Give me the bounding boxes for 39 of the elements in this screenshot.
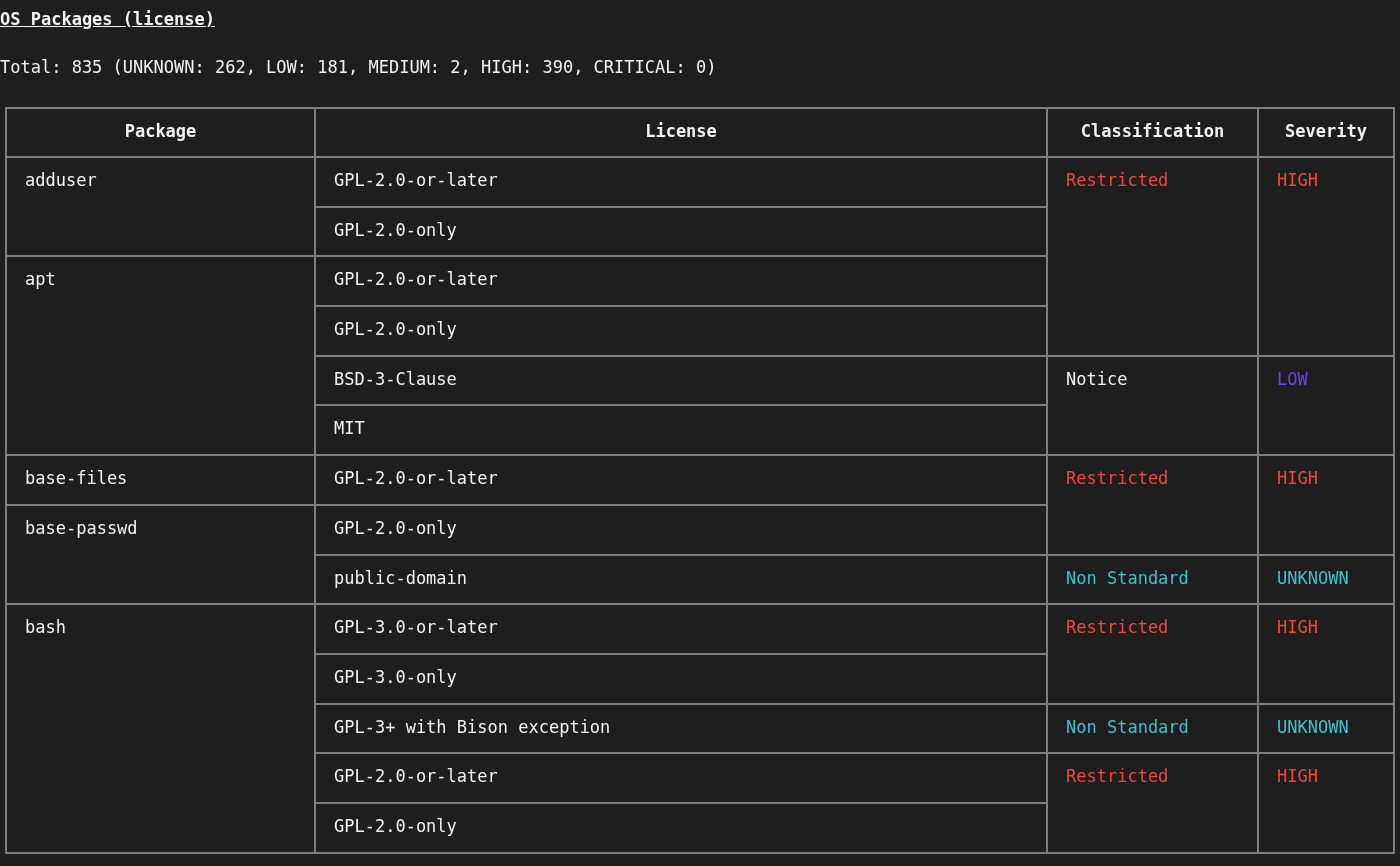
table-cell: Restricted	[1048, 605, 1259, 705]
table-cell: GPL-2.0-only	[316, 803, 1048, 854]
table-cell: Restricted	[1048, 754, 1259, 854]
table-cell: GPL-2.0-or-later	[316, 456, 1048, 506]
column-header: License	[316, 109, 1048, 158]
column-header: Package	[7, 109, 316, 158]
table-cell: GPL-3+ with Bison exception	[316, 704, 1048, 755]
section-title: OS Packages (license)	[0, 9, 215, 29]
table-cell: GPL-2.0-or-later	[316, 754, 1048, 804]
table-cell: GPL-2.0-only	[316, 505, 1048, 556]
table-cell: GPL-2.0-or-later	[316, 257, 1048, 308]
table-cell: Non Standard	[1048, 704, 1259, 755]
table-cell: MIT	[316, 406, 1048, 457]
column-header: Severity	[1259, 109, 1395, 158]
table-cell: LOW	[1259, 356, 1395, 457]
table-cell: GPL-2.0-or-later	[316, 158, 1048, 208]
table-cell: Restricted	[1048, 158, 1259, 357]
table-cell: BSD-3-Clause	[316, 356, 1048, 407]
table-cell: public-domain	[316, 555, 1048, 606]
table-cell: HIGH	[1259, 456, 1395, 556]
table-cell: Non Standard	[1048, 555, 1259, 606]
table-cell: GPL-3.0-only	[316, 654, 1048, 705]
table-cell: HIGH	[1259, 754, 1395, 854]
table-cell: HIGH	[1259, 605, 1395, 705]
table-cell: UNKNOWN	[1259, 555, 1395, 606]
table-cell: GPL-2.0-only	[316, 207, 1048, 258]
table-cell: GPL-2.0-only	[316, 307, 1048, 357]
table-cell: apt	[7, 257, 316, 457]
table-cell: bash	[7, 605, 316, 854]
table-cell: GPL-3.0-or-later	[316, 605, 1048, 655]
table-cell: Notice	[1048, 356, 1259, 457]
table-cell: base-passwd	[7, 505, 316, 606]
table-cell: adduser	[7, 158, 316, 258]
table-cell: UNKNOWN	[1259, 704, 1395, 755]
table-cell: HIGH	[1259, 158, 1395, 357]
table-cell: Restricted	[1048, 456, 1259, 556]
column-header: Classification	[1048, 109, 1259, 158]
table-cell: base-files	[7, 456, 316, 506]
summary-text: Total: 835 (UNKNOWN: 262, LOW: 181, MEDIUM: 2, HIGH: 390, CRITICAL: 0)	[0, 57, 718, 77]
